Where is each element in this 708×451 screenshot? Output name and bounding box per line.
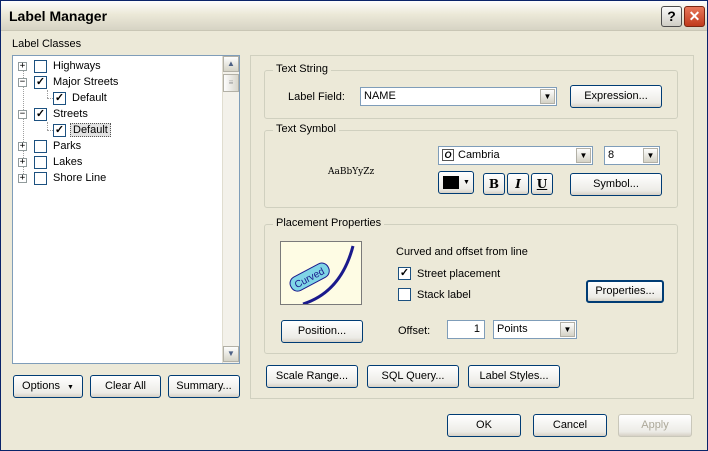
font-size-value: 8 [608,149,615,161]
text-symbol-group: Text Symbol [264,123,678,208]
opentype-font-icon: O [442,149,454,162]
chevron-down-icon[interactable]: ▼ [643,148,658,163]
expand-icon[interactable]: + [18,61,27,71]
tree-item-lakes[interactable]: + Lakes [18,154,84,170]
sql-query-button[interactable]: SQL Query... [367,365,459,388]
tree-item-label-selected: Default [70,123,111,137]
tree-item-label: Shore Line [53,172,107,184]
expression-button[interactable]: Expression... [570,85,662,108]
placement-description: Curved and offset from line [396,246,528,258]
scroll-down-icon[interactable]: ▼ [223,346,239,362]
tree-item-label: Highways [53,60,101,72]
checkbox-streets-default[interactable]: ✓ [53,123,66,137]
clear-all-button[interactable]: Clear All [90,375,161,398]
cancel-button[interactable]: Cancel [533,414,607,437]
tree-item-streets-default[interactable]: ✓ Default [53,122,111,138]
color-swatch [443,176,459,189]
scroll-thumb[interactable]: ≡ [223,74,239,92]
dropdown-arrow-icon: ▼ [67,384,74,391]
checkbox-major-streets[interactable]: ✓ [34,75,47,89]
help-button[interactable]: ? [661,6,682,27]
window-title: Label Manager [9,8,108,24]
checkbox-major-streets-default[interactable]: ✓ [53,91,66,105]
curved-line-preview-icon: Curved [289,245,355,306]
bold-button[interactable]: B [483,173,505,195]
options-label: Options [22,380,60,392]
underline-button[interactable]: U [531,173,553,195]
offset-units-value: Points [497,323,528,335]
tree-item-highways[interactable]: + Highways [18,58,103,74]
label-styles-button[interactable]: Label Styles... [468,365,560,388]
label-manager-window: Label Manager ? ✕ Label Classes + Highwa… [0,0,708,451]
label-classes-tree[interactable]: + Highways − ✓ Major Streets ✓ Default −… [12,55,240,364]
tree-item-label: Default [72,92,107,104]
tree-item-label: Parks [53,140,82,152]
checkbox-lakes[interactable] [34,155,47,169]
summary-button[interactable]: Summary... [168,375,240,398]
tree-line [47,90,48,98]
tree-item-major-streets-default[interactable]: ✓ Default [53,90,109,106]
street-placement-checkbox[interactable]: ✓ [398,267,411,280]
dropdown-arrow-icon: ▼ [463,179,470,186]
checkbox-shore-line[interactable] [34,171,47,185]
properties-button[interactable]: Properties... [586,280,664,303]
stack-label-checkbox[interactable] [398,288,411,301]
tree-scrollbar[interactable]: ▲ ≡ ▼ [222,56,239,363]
offset-units-select[interactable]: Points ▼ [493,320,577,339]
label-field-label: Label Field: [288,91,345,103]
placement-preview: Curved [280,241,362,306]
font-value: Cambria [458,149,500,161]
label-field-select[interactable]: NAME ▼ [360,87,557,106]
stack-label-option[interactable]: Stack label [398,288,471,301]
tree-item-label: Major Streets [53,76,119,88]
street-placement-label: Street placement [417,267,501,280]
stack-label-label: Stack label [417,288,471,301]
expand-icon[interactable]: + [18,157,27,167]
font-select[interactable]: O Cambria ▼ [438,146,593,165]
checkbox-parks[interactable] [34,139,47,153]
position-button[interactable]: Position... [281,320,363,343]
collapse-icon[interactable]: − [18,77,27,87]
tree-item-major-streets[interactable]: − ✓ Major Streets [18,74,120,90]
group-title: Text String [273,63,331,75]
close-button[interactable]: ✕ [684,6,705,27]
symbol-button[interactable]: Symbol... [570,173,662,196]
scroll-up-icon[interactable]: ▲ [223,56,239,72]
text-color-button[interactable]: ▼ [438,171,474,194]
checkbox-highways[interactable] [34,59,47,73]
label-field-value: NAME [364,90,396,102]
group-title: Placement Properties [273,217,385,229]
chevron-down-icon[interactable]: ▼ [576,148,591,163]
text-symbol-preview: AaBbYyZz [328,167,375,177]
checkbox-streets[interactable]: ✓ [34,107,47,121]
apply-button[interactable]: Apply [618,414,692,437]
expand-icon[interactable]: + [18,173,27,183]
chevron-down-icon[interactable]: ▼ [560,322,575,337]
offset-input[interactable]: 1 [447,320,485,339]
tree-item-label: Streets [53,108,88,120]
chevron-down-icon[interactable]: ▼ [540,89,555,104]
italic-button[interactable]: I [507,173,529,195]
tree-item-label: Lakes [53,156,83,168]
scale-range-button[interactable]: Scale Range... [266,365,358,388]
expand-icon[interactable]: + [18,141,27,151]
group-title: Text Symbol [273,123,339,135]
ok-button[interactable]: OK [447,414,521,437]
label-classes-heading: Label Classes [12,38,82,50]
tree-item-shore-line[interactable]: + Shore Line [18,170,108,186]
offset-label: Offset: [398,325,431,337]
title-bar[interactable]: Label Manager ? ✕ [1,1,707,31]
font-size-select[interactable]: 8 ▼ [604,146,660,165]
street-placement-option[interactable]: ✓ Street placement [398,267,500,280]
options-button[interactable]: Options ▼ [13,375,83,398]
collapse-icon[interactable]: − [18,109,27,119]
tree-item-parks[interactable]: + Parks [18,138,83,154]
tree-line [47,122,48,130]
tree-item-streets[interactable]: − ✓ Streets [18,106,90,122]
